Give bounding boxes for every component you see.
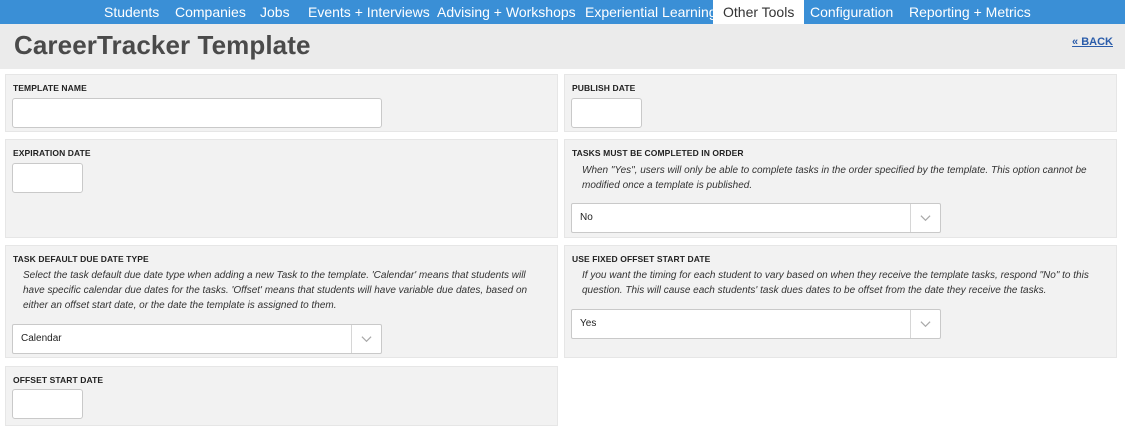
chevron-down-icon	[361, 336, 372, 343]
tab-advising-workshops[interactable]: Advising + Workshops	[437, 0, 576, 24]
template-name-label: TEMPLATE NAME	[13, 83, 87, 93]
publish-date-panel: PUBLISH DATE	[564, 74, 1117, 132]
tab-experiential-learning[interactable]: Experiential Learning	[585, 0, 717, 24]
due-date-type-label: TASK DEFAULT DUE DATE TYPE	[13, 254, 149, 264]
top-nav: Students Companies Jobs Events + Intervi…	[0, 0, 1125, 24]
tasks-in-order-help-line-1: When "Yes", users will only be able to c…	[582, 165, 1087, 176]
fixed-offset-help-line-2: question. This will cause each students'…	[582, 285, 1047, 296]
tasks-in-order-help-line-2: modified once a template is published.	[582, 180, 753, 191]
tab-companies[interactable]: Companies	[175, 0, 246, 24]
tasks-in-order-value: No	[580, 212, 593, 223]
publish-date-label: PUBLISH DATE	[572, 83, 636, 93]
template-name-input[interactable]	[12, 98, 382, 128]
select-divider	[910, 310, 911, 338]
tab-jobs[interactable]: Jobs	[260, 0, 290, 24]
expiration-date-label: EXPIRATION DATE	[13, 148, 91, 158]
due-date-type-help-line-2: have specific calendar due dates for the…	[23, 285, 528, 296]
expiration-date-input[interactable]	[12, 163, 83, 193]
tab-events-interviews[interactable]: Events + Interviews	[308, 0, 430, 24]
offset-start-date-input[interactable]	[12, 389, 83, 419]
tasks-in-order-select[interactable]: No	[571, 203, 941, 233]
due-date-type-value: Calendar	[21, 333, 62, 344]
due-date-type-help-line-1: Select the task default due date type wh…	[23, 270, 526, 281]
chevron-down-icon	[920, 321, 931, 328]
select-divider	[910, 204, 911, 232]
fixed-offset-value: Yes	[580, 318, 597, 329]
due-date-type-panel: TASK DEFAULT DUE DATE TYPE Select the ta…	[5, 245, 558, 358]
tab-other-tools[interactable]: Other Tools	[713, 0, 805, 24]
tab-reporting-metrics[interactable]: Reporting + Metrics	[909, 0, 1031, 24]
page-title: CareerTracker Template	[14, 30, 311, 60]
publish-date-input[interactable]	[571, 98, 642, 128]
fixed-offset-label: USE FIXED OFFSET START DATE	[572, 254, 711, 264]
select-divider	[351, 325, 352, 353]
offset-start-date-label: OFFSET START DATE	[13, 375, 104, 385]
back-link[interactable]: « BACK	[1072, 36, 1113, 48]
template-name-panel: TEMPLATE NAME	[5, 74, 558, 132]
due-date-type-select[interactable]: Calendar	[12, 324, 382, 354]
expiration-date-panel: EXPIRATION DATE	[5, 139, 558, 238]
tasks-in-order-panel: TASKS MUST BE COMPLETED IN ORDER When "Y…	[564, 139, 1117, 238]
fixed-offset-select[interactable]: Yes	[571, 309, 941, 339]
tasks-in-order-label: TASKS MUST BE COMPLETED IN ORDER	[572, 148, 744, 158]
fixed-offset-help-line-1: If you want the timing for each student …	[582, 270, 1089, 281]
due-date-type-help-line-3: either an offset start date, or the date…	[23, 300, 337, 311]
offset-start-date-panel: OFFSET START DATE	[5, 366, 558, 426]
tab-configuration[interactable]: Configuration	[810, 0, 893, 24]
page-header: CareerTracker Template « BACK	[0, 24, 1125, 69]
tab-students[interactable]: Students	[104, 0, 159, 24]
fixed-offset-panel: USE FIXED OFFSET START DATE If you want …	[564, 245, 1117, 358]
chevron-down-icon	[920, 215, 931, 222]
